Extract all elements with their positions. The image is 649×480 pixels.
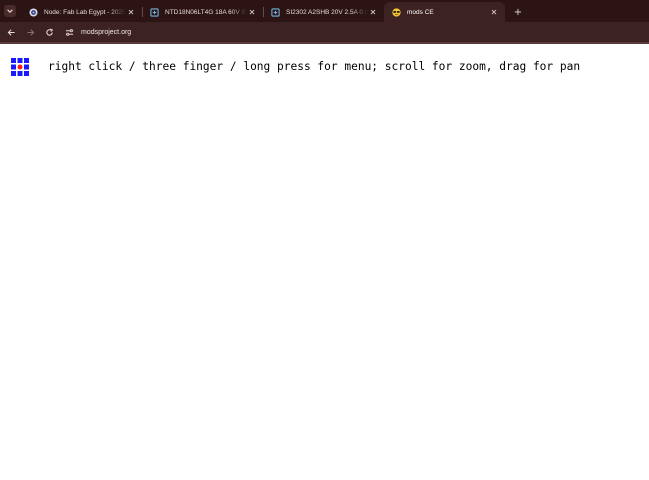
close-icon[interactable]: ✕ — [489, 7, 499, 17]
arrow-right-icon — [26, 28, 34, 36]
usage-hint-text: right click / three finger / long press … — [48, 60, 581, 73]
new-tab-button[interactable]: + — [511, 5, 525, 19]
chevron-down-icon — [7, 9, 13, 13]
mods-canvas[interactable]: right click / three finger / long press … — [0, 44, 649, 480]
url-text[interactable]: modsproject.org — [81, 29, 131, 36]
component-icon — [150, 7, 159, 17]
tab-title: SI2302 A2SHB 20V 2.5A 0.9W — [286, 8, 368, 16]
reload-button[interactable] — [42, 25, 56, 39]
arrow-left-icon — [7, 28, 15, 36]
address-bar[interactable]: modsproject.org — [63, 25, 131, 39]
tab-strip: Node: Fab Lab Egypt - 2025 Fab ✕ NTD18N0… — [0, 0, 649, 22]
tab-title: mods CE — [407, 8, 434, 16]
sunglasses-emoji-icon — [392, 7, 401, 17]
close-icon[interactable]: ✕ — [126, 7, 136, 17]
tab-ntd18n06[interactable]: NTD18N06LT4G 18A 60V SMD ✕ — [142, 2, 263, 22]
tab-fablab[interactable]: Node: Fab Lab Egypt - 2025 Fab ✕ — [21, 2, 142, 22]
browser-toolbar: modsproject.org — [0, 22, 649, 42]
site-settings-icon[interactable] — [63, 26, 75, 38]
reload-icon — [45, 27, 53, 36]
close-icon[interactable]: ✕ — [368, 7, 378, 17]
tab-title: NTD18N06LT4G 18A 60V SMD — [165, 8, 247, 16]
tab-mods-ce[interactable]: mods CE ✕ — [384, 2, 505, 22]
back-button[interactable] — [4, 25, 18, 39]
close-icon[interactable]: ✕ — [247, 7, 257, 17]
fablab-icon — [29, 7, 38, 17]
tab-search-button[interactable] — [4, 5, 16, 17]
component-icon — [271, 7, 280, 17]
tab-si2302[interactable]: SI2302 A2SHB 20V 2.5A 0.9W ✕ — [263, 2, 384, 22]
tab-title: Node: Fab Lab Egypt - 2025 Fab — [44, 8, 126, 16]
mods-logo-icon[interactable] — [11, 58, 29, 76]
forward-button[interactable] — [23, 25, 37, 39]
